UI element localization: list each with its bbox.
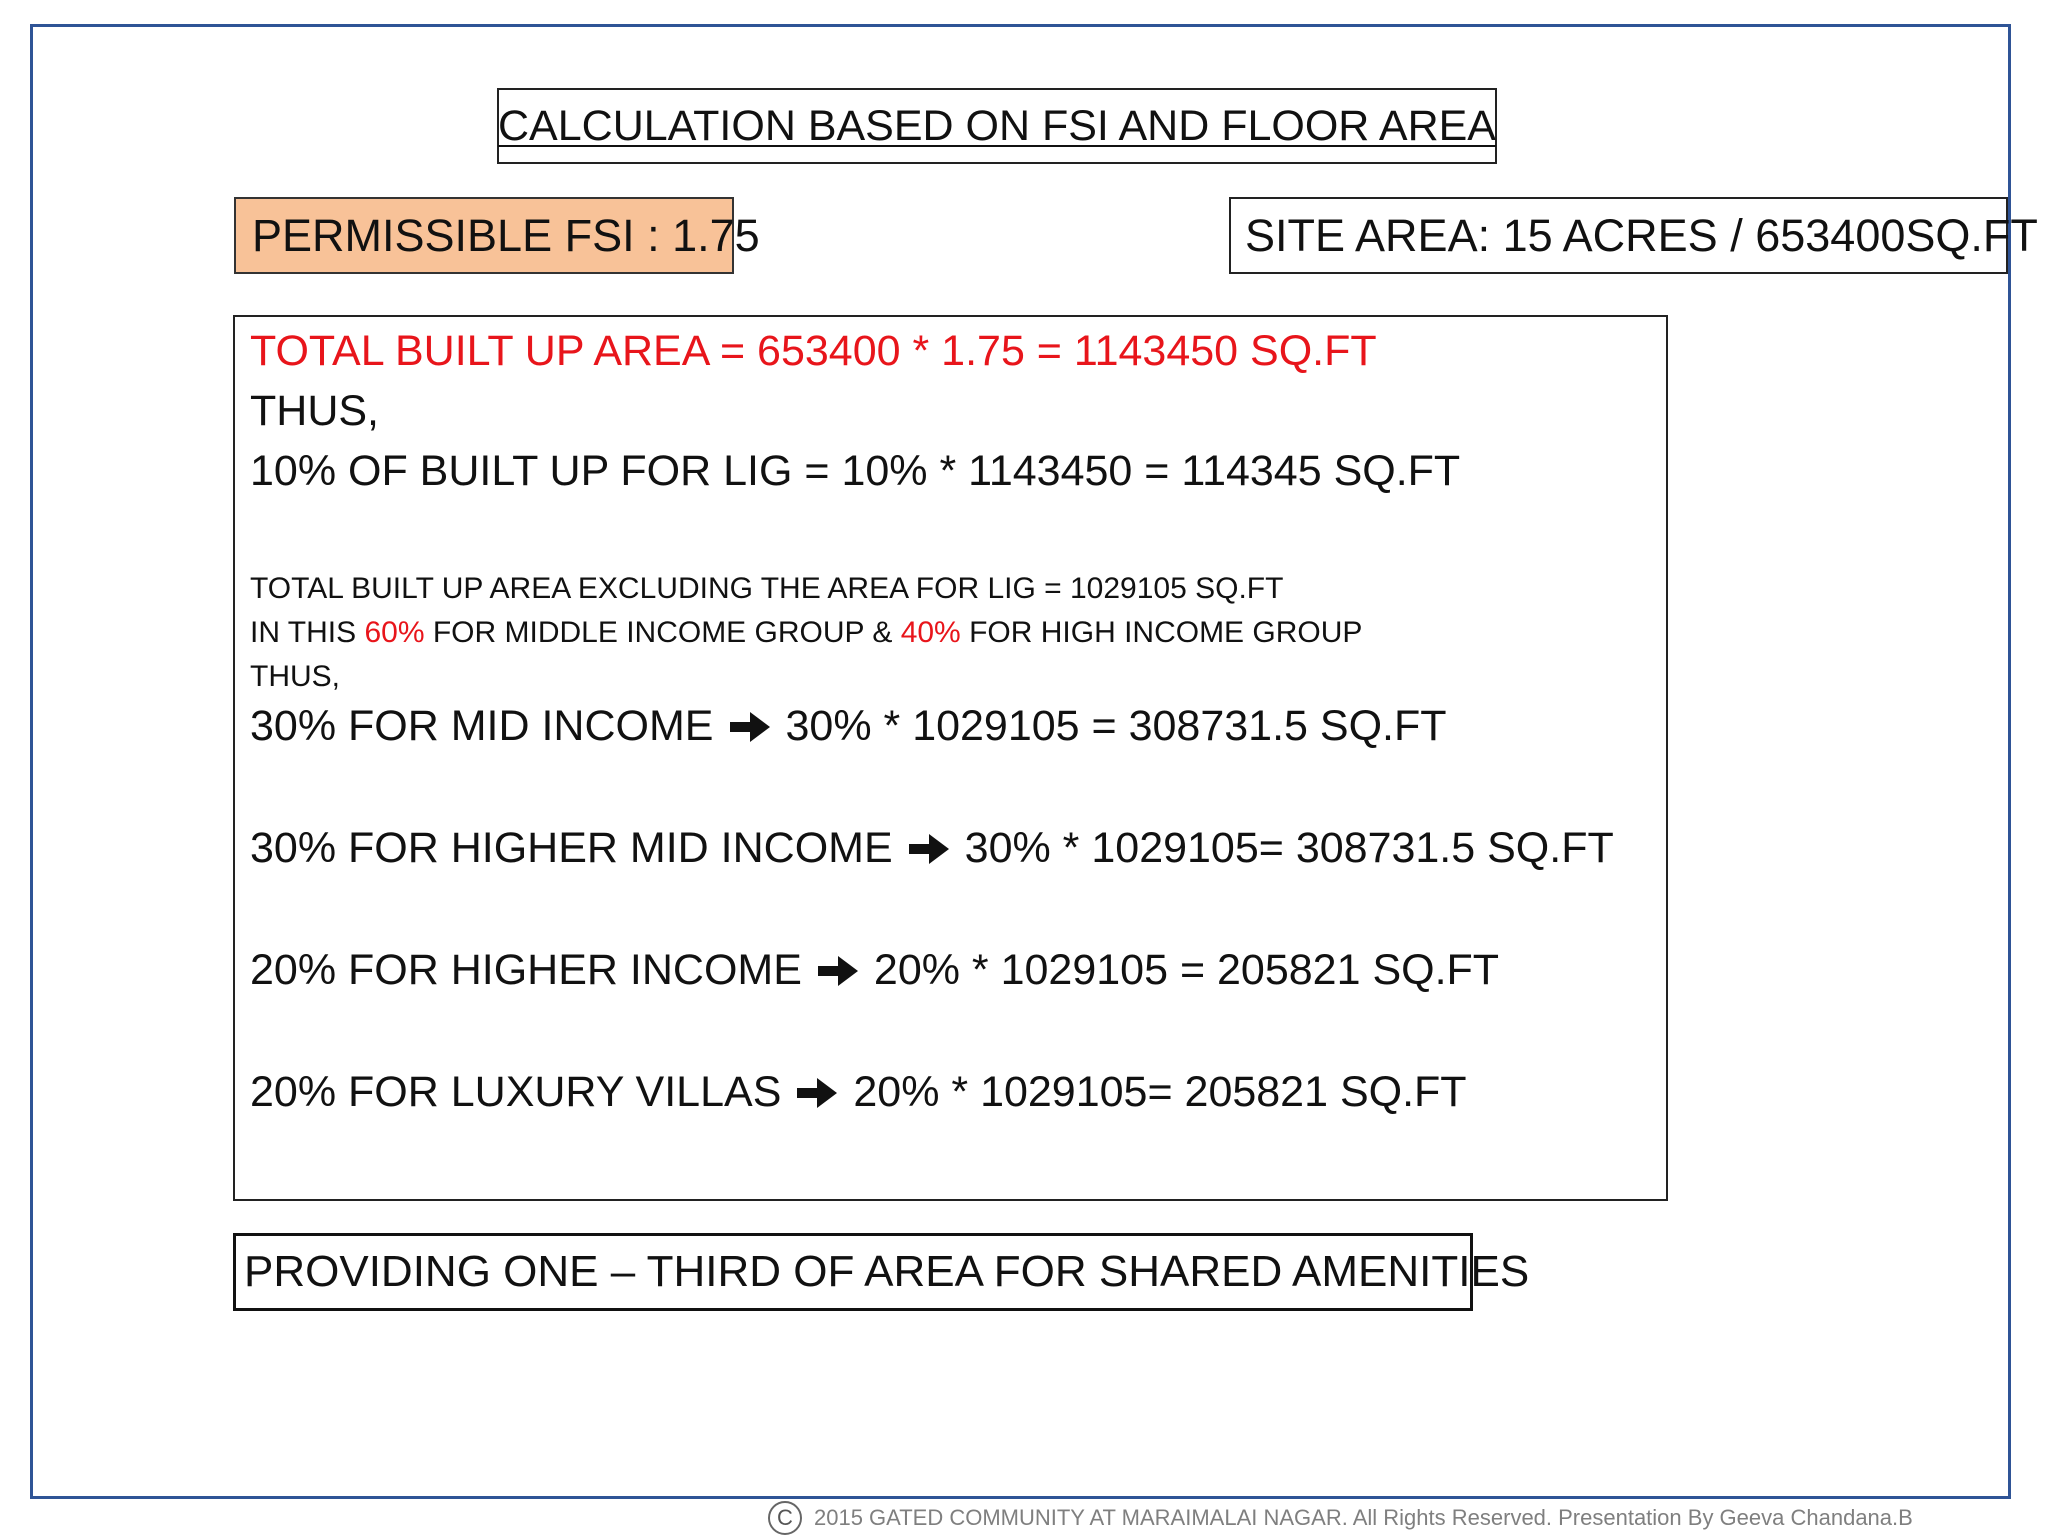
allocation-result: 30% * 1029105 = 308731.5 SQ.FT (785, 702, 1447, 750)
shared-amenities-box: PROVIDING ONE – THIRD OF AREA FOR SHARED… (233, 1233, 1529, 1311)
allocation-result: 30% * 1029105= 308731.5 SQ.FT (964, 824, 1614, 872)
thus-line-1: THUS, (250, 387, 379, 435)
split-pct-middle: 60% (364, 616, 425, 649)
income-split-line: IN THIS 60% FOR MIDDLE INCOME GROUP & 40… (250, 616, 1362, 650)
arrow-right-icon (908, 833, 949, 864)
arrow-right-icon (797, 1077, 838, 1108)
split-middle: FOR MIDDLE INCOME GROUP & (424, 616, 901, 649)
site-area-box: SITE AREA: 15 ACRES / 653400SQ.FT (1229, 197, 2038, 274)
allocation-row-luxury-villas: 20% FOR LUXURY VILLAS 20% * 1029105= 205… (250, 1068, 1467, 1117)
calculation-box: TOTAL BUILT UP AREA = 653400 * 1.75 = 11… (233, 315, 1668, 1201)
split-prefix: IN THIS (250, 616, 365, 649)
shared-amenities-text: PROVIDING ONE – THIRD OF AREA FOR SHARED… (244, 1247, 1530, 1296)
arrow-right-icon (817, 955, 858, 986)
allocation-row-higher-income: 20% FOR HIGHER INCOME 20% * 1029105 = 20… (250, 946, 1499, 995)
slide-title-text: CALCULATION BASED ON FSI AND FLOOR AREA (498, 101, 1496, 150)
allocation-label: 30% FOR MID INCOME (250, 702, 714, 750)
allocation-result: 20% * 1029105= 205821 SQ.FT (853, 1068, 1467, 1116)
split-pct-high: 40% (900, 616, 961, 649)
permissible-fsi-text: PERMISSIBLE FSI : 1.75 (252, 209, 760, 261)
allocation-label: 20% FOR LUXURY VILLAS (250, 1068, 782, 1116)
thus-line-2: THUS, (250, 660, 340, 693)
allocation-row-higher-mid-income: 30% FOR HIGHER MID INCOME 30% * 1029105=… (250, 824, 1614, 873)
allocation-label: 20% FOR HIGHER INCOME (250, 946, 802, 994)
site-area-text: SITE AREA: 15 ACRES / 653400SQ.FT (1245, 209, 2038, 261)
permissible-fsi-box: PERMISSIBLE FSI : 1.75 (234, 197, 760, 274)
footer-copyright: C 2015 GATED COMMUNITY AT MARAIMALAI NAG… (768, 1500, 1913, 1536)
slide-title: CALCULATION BASED ON FSI AND FLOOR AREA (497, 88, 1497, 164)
split-suffix: FOR HIGH INCOME GROUP (960, 616, 1363, 649)
allocation-row-mid-income: 30% FOR MID INCOME 30% * 1029105 = 30873… (250, 702, 1447, 751)
excluding-lig-line: TOTAL BUILT UP AREA EXCLUDING THE AREA F… (250, 572, 1284, 605)
copyright-icon: C (768, 1501, 802, 1535)
allocation-result: 20% * 1029105 = 205821 SQ.FT (873, 946, 1500, 994)
footer-text: 2015 GATED COMMUNITY AT MARAIMALAI NAGAR… (814, 1505, 1913, 1530)
slide-frame: CALCULATION BASED ON FSI AND FLOOR AREA … (30, 24, 2038, 1499)
allocation-label: 30% FOR HIGHER MID INCOME (250, 824, 893, 872)
arrow-right-icon (729, 711, 770, 742)
lig-line: 10% OF BUILT UP FOR LIG = 10% * 1143450 … (250, 447, 1461, 495)
total-built-up-line: TOTAL BUILT UP AREA = 653400 * 1.75 = 11… (250, 327, 1377, 375)
